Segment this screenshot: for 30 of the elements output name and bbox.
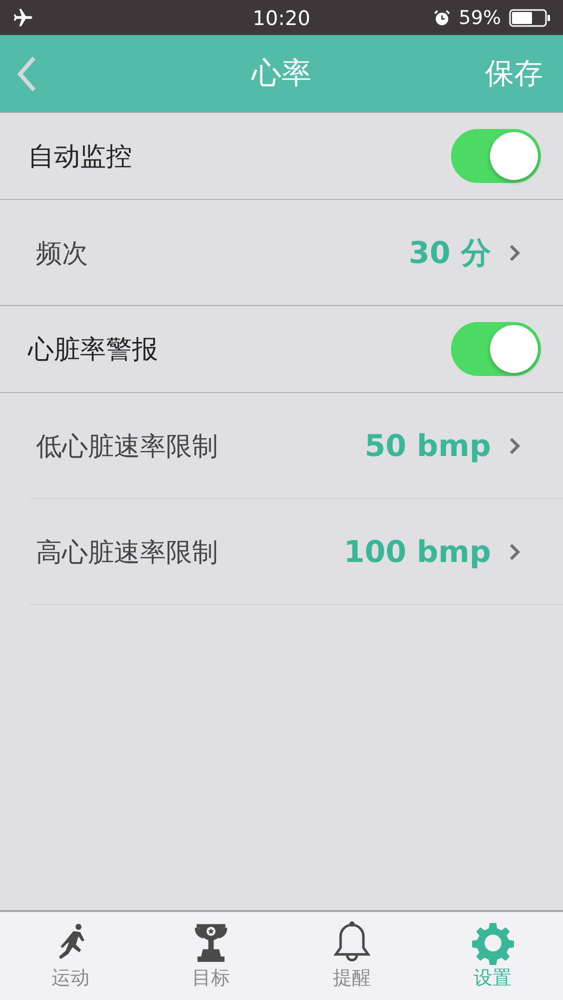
settings-row[interactable]: 高心脏速率限制 100 bmp [0, 499, 563, 605]
page-title: 心率 [252, 55, 312, 93]
chevron-icon [509, 437, 521, 455]
toggle-switch[interactable] [451, 322, 541, 376]
row-label: 自动监控 [28, 140, 132, 174]
settings-icon [472, 921, 514, 965]
battery-percent: 59% [458, 6, 501, 28]
tab[interactable]: 设置 [422, 912, 563, 1000]
row-label: 低心脏速率限制 [36, 430, 218, 464]
save-button[interactable]: 保存 [481, 54, 547, 94]
chevron-icon [509, 543, 521, 561]
row-value: 100 bmp [344, 534, 491, 570]
row-value: 30 分 [408, 234, 491, 272]
row-label: 频次 [36, 238, 88, 270]
status-time: 10:20 [252, 6, 310, 30]
row-label: 心脏率警报 [28, 334, 158, 366]
battery-icon [509, 8, 551, 28]
tab[interactable]: 运动 [0, 912, 141, 1000]
chevron-icon [509, 244, 521, 262]
back-icon[interactable] [16, 56, 38, 92]
row-value: 50 bmp [364, 428, 491, 464]
airplane-icon [12, 6, 34, 28]
row-label: 高心脏速率限制 [36, 536, 218, 570]
tab[interactable]: 目标 [140, 912, 282, 1000]
alarm-icon [432, 8, 451, 26]
toggle-switch[interactable] [451, 129, 541, 183]
trophy-icon [193, 921, 230, 965]
settings-row[interactable]: 频次 30 分 [0, 200, 563, 306]
settings-row[interactable]: 低心脏速率限制 50 bmp [0, 393, 563, 499]
tab[interactable]: 提醒 [282, 912, 422, 1000]
